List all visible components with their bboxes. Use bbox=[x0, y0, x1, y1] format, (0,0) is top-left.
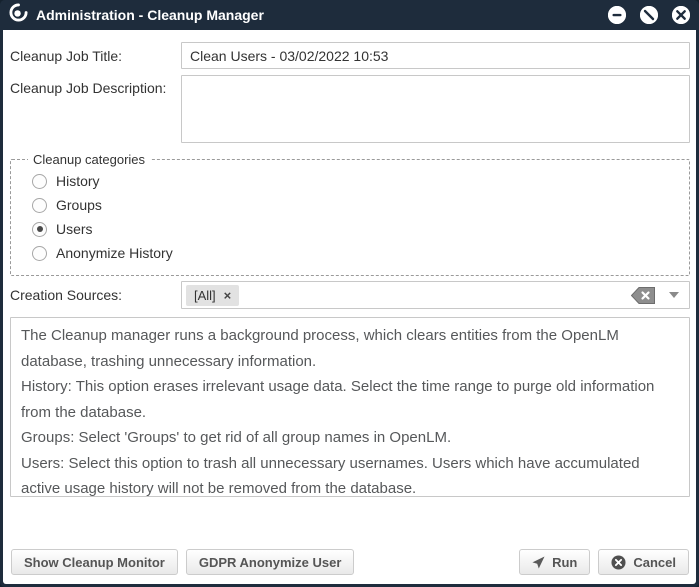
radio-label: History bbox=[56, 173, 100, 189]
clear-all-button[interactable] bbox=[631, 286, 655, 304]
footer: Show Cleanup Monitor GDPR Anonymize User… bbox=[10, 549, 690, 576]
chip-remove-icon[interactable]: × bbox=[224, 289, 232, 302]
dropdown-caret-icon[interactable] bbox=[669, 292, 679, 298]
radio-label: Users bbox=[56, 221, 93, 237]
disable-icon bbox=[640, 6, 658, 24]
dialog-content: Cleanup Job Title: Cleanup Job Descripti… bbox=[3, 30, 696, 584]
cancel-circle-icon bbox=[611, 554, 626, 570]
titlebar: Administration - Cleanup Manager bbox=[0, 0, 699, 30]
window-title: Administration - Cleanup Manager bbox=[36, 7, 264, 23]
cleanup-manager-window: Administration - Cleanup Manager Cleanup… bbox=[0, 0, 699, 587]
job-title-label: Cleanup Job Title: bbox=[10, 47, 123, 64]
radio-icon[interactable] bbox=[32, 173, 47, 189]
minimize-icon bbox=[608, 6, 626, 24]
info-paragraph: Users: Select this option to trash all u… bbox=[21, 454, 640, 497]
creation-sources-label: Creation Sources: bbox=[10, 287, 123, 303]
cleanup-categories-legend: Cleanup categories bbox=[33, 152, 146, 167]
chip-label: [All] bbox=[194, 287, 216, 303]
radio-label: Anonymize History bbox=[56, 245, 173, 261]
disable-button[interactable] bbox=[640, 6, 658, 24]
cancel-button[interactable]: Cancel bbox=[598, 549, 689, 575]
creation-sources-multiselect[interactable]: [All] × bbox=[181, 281, 690, 309]
radio-option-groups[interactable]: Groups bbox=[21, 193, 679, 217]
info-paragraph: History: This option erases irrelevant u… bbox=[21, 378, 655, 421]
job-description-row: Cleanup Job Description: bbox=[10, 75, 690, 143]
cleanup-info-box: The Cleanup manager runs a background pr… bbox=[10, 317, 690, 497]
backspace-icon bbox=[631, 286, 655, 304]
job-description-input[interactable] bbox=[181, 75, 690, 143]
cleanup-categories-fieldset: Cleanup categories History Groups Users Ano… bbox=[10, 152, 690, 276]
gdpr-anonymize-user-button[interactable]: GDPR Anonymize User bbox=[185, 549, 355, 575]
close-icon bbox=[672, 6, 690, 24]
run-arrow-icon bbox=[532, 555, 545, 569]
info-paragraph: Groups: Select 'Groups' to get rid of al… bbox=[21, 429, 452, 446]
info-paragraph: The Cleanup manager runs a background pr… bbox=[21, 327, 619, 370]
job-description-label: Cleanup Job Description: bbox=[10, 80, 167, 96]
radio-option-anonymize-history[interactable]: Anonymize History bbox=[21, 241, 679, 265]
radio-option-users[interactable]: Users bbox=[21, 217, 679, 241]
radio-icon[interactable] bbox=[32, 245, 47, 261]
show-cleanup-monitor-button[interactable]: Show Cleanup Monitor bbox=[11, 549, 178, 575]
radio-icon[interactable] bbox=[32, 221, 47, 237]
run-button[interactable]: Run bbox=[519, 549, 591, 575]
job-title-row: Cleanup Job Title: bbox=[10, 42, 690, 69]
close-button[interactable] bbox=[672, 6, 690, 24]
app-logo-icon bbox=[9, 3, 28, 27]
creation-sources-chip: [All] × bbox=[186, 284, 240, 306]
radio-label: Groups bbox=[56, 197, 102, 213]
minimize-button[interactable] bbox=[608, 6, 626, 24]
radio-option-history[interactable]: History bbox=[21, 169, 679, 193]
cleanup-categories-options: History Groups Users Anonymize History bbox=[21, 169, 679, 265]
job-title-input[interactable] bbox=[181, 42, 690, 69]
radio-icon[interactable] bbox=[32, 197, 47, 213]
creation-sources-row: Creation Sources: [All] × bbox=[10, 281, 690, 309]
